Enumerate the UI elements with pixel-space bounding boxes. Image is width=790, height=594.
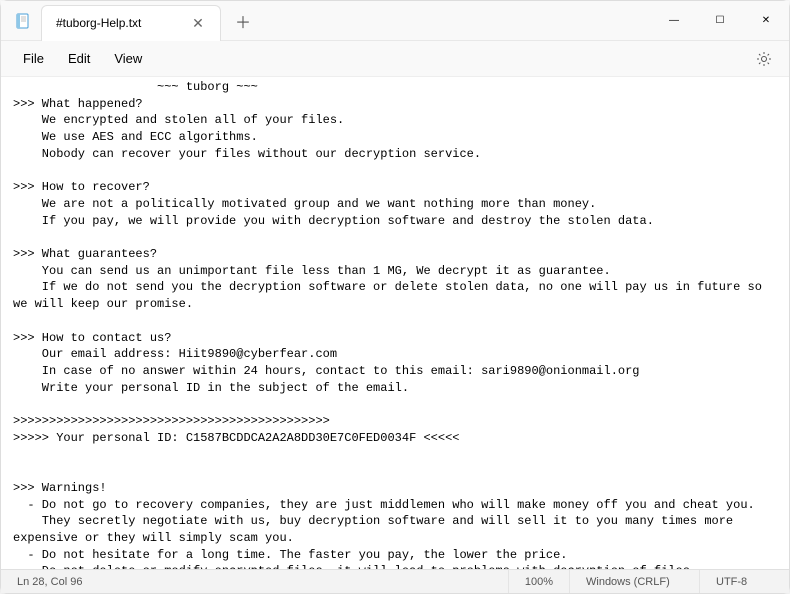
- line: >>> What guarantees?: [13, 247, 157, 261]
- line: In case of no answer within 24 hours, co…: [13, 364, 640, 378]
- line: >>> What happened?: [13, 97, 143, 111]
- new-tab-button[interactable]: ＋: [227, 6, 259, 36]
- line: You can send us an unimportant file less…: [13, 264, 611, 278]
- statusbar: Ln 28, Col 96 100% Windows (CRLF) UTF-8: [1, 569, 789, 593]
- minimize-button[interactable]: —: [651, 1, 697, 41]
- tab-active[interactable]: #tuborg-Help.txt ✕: [41, 5, 221, 41]
- line: >>> Warnings!: [13, 481, 107, 495]
- line: We encrypted and stolen all of your file…: [13, 113, 344, 127]
- notepad-window: #tuborg-Help.txt ✕ ＋ — ☐ ✕ File Edit Vie…: [0, 0, 790, 594]
- menu-file[interactable]: File: [11, 45, 56, 72]
- close-button[interactable]: ✕: [743, 1, 789, 41]
- menu-edit[interactable]: Edit: [56, 45, 102, 72]
- titlebar[interactable]: #tuborg-Help.txt ✕ ＋ — ☐ ✕: [1, 1, 789, 41]
- line: >>>>>>>>>>>>>>>>>>>>>>>>>>>>>>>>>>>>>>>>…: [13, 414, 330, 428]
- tab-close-button[interactable]: ✕: [190, 15, 206, 31]
- line: They secretly negotiate with us, buy dec…: [13, 514, 733, 528]
- line: >>> How to contact us?: [13, 331, 171, 345]
- notepad-icon: [15, 13, 31, 29]
- line: If we do not send you the decryption sof…: [13, 280, 762, 294]
- line: expensive or they will simply scam you.: [13, 531, 294, 545]
- text-content[interactable]: ~~~ tuborg ~~~ >>> What happened? We enc…: [1, 77, 789, 569]
- line: Nobody can recover your files without ou…: [13, 147, 481, 161]
- maximize-button[interactable]: ☐: [697, 1, 743, 41]
- menu-view[interactable]: View: [102, 45, 154, 72]
- line: Write your personal ID in the subject of…: [13, 381, 409, 395]
- line: Our email address: Hiit9890@cyberfear.co…: [13, 347, 337, 361]
- line: we will keep our promise.: [13, 297, 193, 311]
- line: We are not a politically motivated group…: [13, 197, 596, 211]
- status-position[interactable]: Ln 28, Col 96: [1, 570, 98, 593]
- status-lineending[interactable]: Windows (CRLF): [569, 570, 699, 593]
- settings-button[interactable]: [749, 44, 779, 74]
- line: - Do not hesitate for a long time. The f…: [13, 548, 568, 562]
- line: >>> How to recover?: [13, 180, 150, 194]
- gear-icon: [756, 51, 772, 67]
- status-encoding[interactable]: UTF-8: [699, 570, 789, 593]
- line: >>>>> Your personal ID: C1587BCDDCA2A2A8…: [13, 431, 459, 445]
- window-controls: — ☐ ✕: [651, 1, 789, 41]
- menubar: File Edit View: [1, 41, 789, 77]
- status-zoom[interactable]: 100%: [508, 570, 569, 593]
- line: We use AES and ECC algorithms.: [13, 130, 258, 144]
- line: - Do not go to recovery companies, they …: [13, 498, 755, 512]
- tab-title: #tuborg-Help.txt: [56, 16, 190, 30]
- line: If you pay, we will provide you with dec…: [13, 214, 654, 228]
- line: ~~~ tuborg ~~~: [13, 80, 258, 94]
